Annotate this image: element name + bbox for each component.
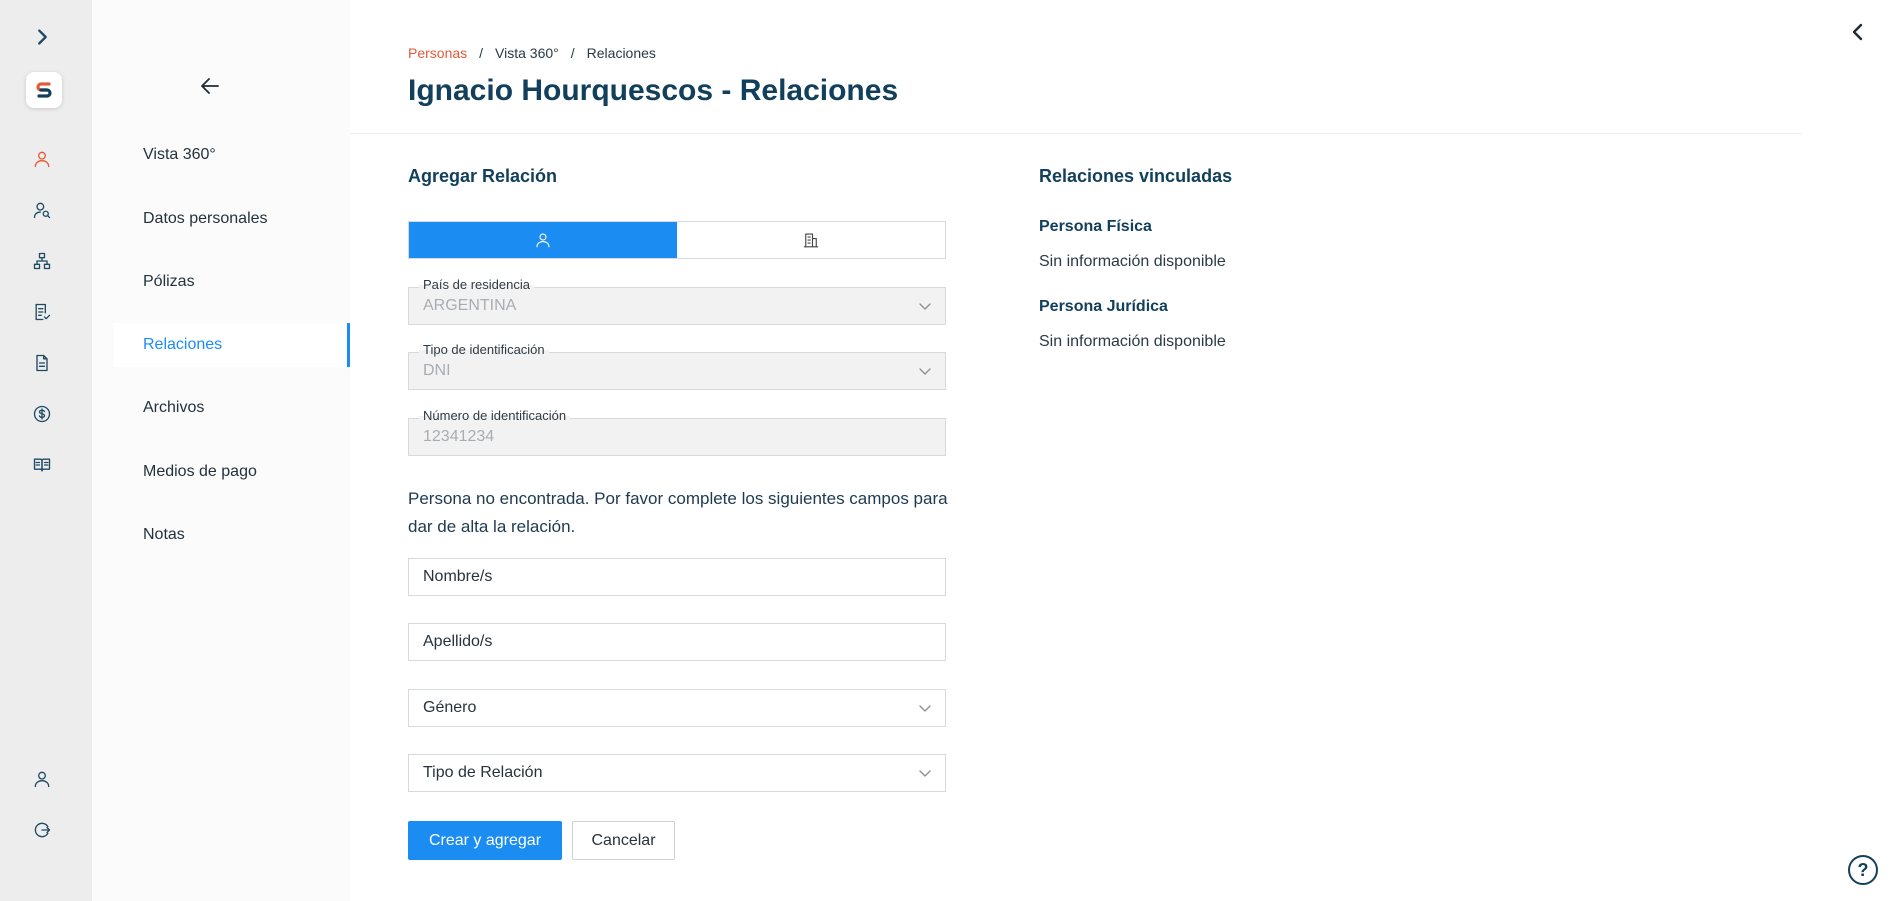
country-label: País de residencia xyxy=(419,277,534,292)
linked-relations-title: Relaciones vinculadas xyxy=(1039,166,1233,186)
subnav-item-vista-360[interactable]: Vista 360° xyxy=(114,133,350,177)
persona-fisica-title: Persona Física xyxy=(1039,218,1152,235)
add-relation-title: Agregar Relación xyxy=(408,166,558,186)
breadcrumb-separator: / xyxy=(479,45,484,61)
toggle-persona-fisica[interactable] xyxy=(409,222,677,258)
id-type-value: DNI xyxy=(423,362,451,379)
relation-type-select[interactable]: Tipo de Relación xyxy=(408,754,946,792)
country-value: ARGENTINA xyxy=(423,297,517,314)
subnav-item-polizas[interactable]: Pólizas xyxy=(114,260,350,304)
page-title: Ignacio Hourquescos - Relaciones xyxy=(408,74,899,107)
relation-type-value: Tipo de Relación xyxy=(423,764,543,781)
breadcrumb-personas[interactable]: Personas xyxy=(408,45,467,61)
header-divider xyxy=(350,133,1802,134)
breadcrumb-vista-360[interactable]: Vista 360° xyxy=(495,45,559,61)
id-type-label: Tipo de identificación xyxy=(419,342,549,357)
first-name-placeholder: Nombre/s xyxy=(423,568,493,585)
last-name-placeholder: Apellido/s xyxy=(423,633,493,650)
section-nav: Vista 360° Datos personales Pólizas Rela… xyxy=(92,0,350,901)
arrow-left-icon[interactable] xyxy=(198,74,226,102)
breadcrumb: Personas / Vista 360° / Relaciones xyxy=(408,45,656,61)
icon-rail xyxy=(0,0,92,901)
app-logo xyxy=(26,72,62,108)
id-type-select: Tipo de identificación DNI xyxy=(408,342,946,390)
subnav-item-datos-personales[interactable]: Datos personales xyxy=(114,197,350,241)
person-type-toggle xyxy=(408,221,946,259)
cancel-button[interactable]: Cancelar xyxy=(572,821,675,860)
persona-juridica-empty: Sin información disponible xyxy=(1039,333,1226,350)
create-and-add-button[interactable]: Crear y agregar xyxy=(408,821,562,860)
gender-select[interactable]: Género xyxy=(408,689,946,727)
persons-search-icon[interactable] xyxy=(26,194,58,226)
toggle-persona-juridica[interactable] xyxy=(677,222,945,258)
breadcrumb-relaciones: Relaciones xyxy=(586,45,656,61)
logout-icon[interactable] xyxy=(26,814,58,846)
chevron-down-icon xyxy=(917,298,933,314)
first-name-input[interactable]: Nombre/s xyxy=(408,558,946,596)
chevron-down-icon xyxy=(917,765,933,781)
collapse-panel-chevron-icon[interactable] xyxy=(1846,20,1876,50)
building-icon xyxy=(803,233,819,248)
id-number-value: 12341234 xyxy=(423,428,495,445)
persona-juridica-title: Persona Jurídica xyxy=(1039,298,1168,315)
dollar-icon[interactable] xyxy=(26,398,58,430)
subnav-item-relaciones[interactable]: Relaciones xyxy=(114,323,350,367)
org-chart-icon[interactable] xyxy=(26,245,58,277)
not-found-notice: Persona no encontrada. Por favor complet… xyxy=(408,489,948,536)
main-content: Personas / Vista 360° / Relaciones Ignac… xyxy=(350,0,1894,901)
last-name-input[interactable]: Apellido/s xyxy=(408,623,946,661)
person-icon xyxy=(536,233,550,248)
person-icon[interactable] xyxy=(26,143,58,175)
breadcrumb-separator: / xyxy=(570,45,575,61)
subnav-item-archivos[interactable]: Archivos xyxy=(114,386,350,430)
document-icon[interactable] xyxy=(26,347,58,379)
user-account-icon[interactable] xyxy=(26,763,58,795)
id-number-field: Número de identificación 12341234 xyxy=(408,408,946,456)
persona-fisica-empty: Sin información disponible xyxy=(1039,253,1226,270)
help-icon[interactable]: ? xyxy=(1848,855,1878,885)
country-select: País de residencia ARGENTINA xyxy=(408,277,946,325)
expand-chevron-icon[interactable] xyxy=(26,21,58,53)
chevron-down-icon xyxy=(917,363,933,379)
checklist-icon[interactable] xyxy=(26,296,58,328)
gender-value: Género xyxy=(423,699,477,716)
book-icon[interactable] xyxy=(26,449,58,481)
subnav-item-medios-de-pago[interactable]: Medios de pago xyxy=(114,450,350,494)
chevron-down-icon xyxy=(917,700,933,716)
subnav-item-notas[interactable]: Notas xyxy=(114,513,350,557)
id-number-label: Número de identificación xyxy=(419,408,571,423)
